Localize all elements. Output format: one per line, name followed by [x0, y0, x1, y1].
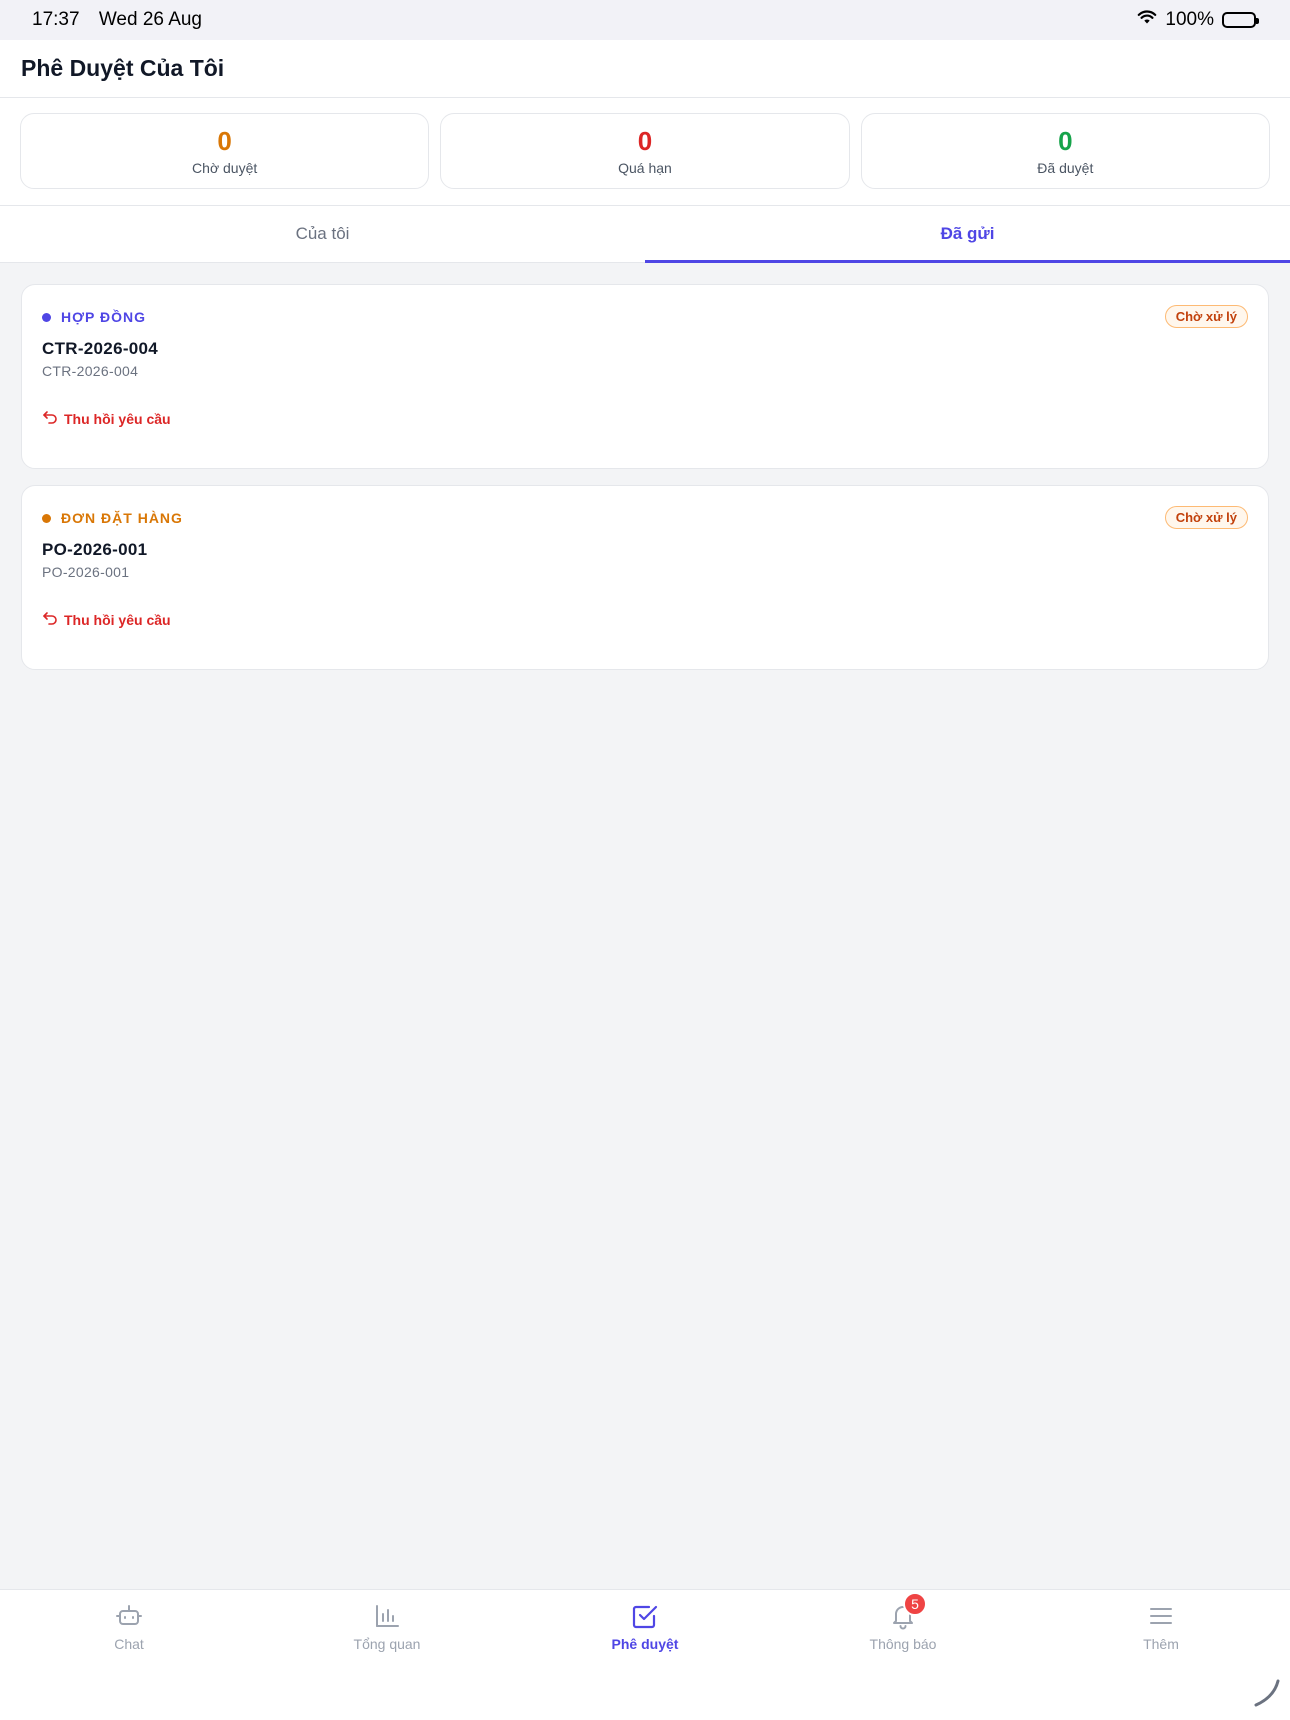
undo-icon	[42, 409, 58, 428]
status-time: 17:37	[32, 9, 80, 30]
tab-bar: Của tôi Đã gửi	[0, 206, 1290, 263]
request-type: ĐƠN ĐẶT HÀNG	[42, 510, 1248, 526]
app-screen: 17:37 Wed 26 Aug 100% Phê Duyệt Của Tôi …	[0, 0, 1290, 1720]
robot-icon	[115, 1602, 143, 1630]
nav-label: Thông báo	[869, 1636, 937, 1652]
nav-label: Thêm	[1143, 1636, 1179, 1652]
request-type-label: ĐƠN ĐẶT HÀNG	[61, 510, 183, 526]
nav-notifications[interactable]: 5 Thông báo	[774, 1590, 1032, 1720]
stat-value: 0	[1058, 126, 1073, 156]
status-right: 100%	[1137, 9, 1259, 31]
bottom-nav: Chat Tổng quan Phê duyệt 5 Thông báo Thê…	[0, 1589, 1290, 1720]
tab-sent[interactable]: Đã gửi	[645, 206, 1290, 263]
nav-chat[interactable]: Chat	[0, 1590, 258, 1720]
type-dot-icon	[42, 312, 51, 322]
request-type: HỢP ĐỒNG	[42, 309, 1248, 325]
request-subtitle: PO-2026-001	[42, 564, 130, 580]
status-left: 17:37 Wed 26 Aug	[32, 9, 216, 31]
stat-label: Chờ duyệt	[192, 160, 258, 176]
stat-label: Quá hạn	[618, 160, 672, 176]
status-bar: 17:37 Wed 26 Aug 100%	[0, 0, 1290, 40]
type-dot-icon	[42, 513, 51, 523]
stat-value: 0	[217, 126, 232, 156]
status-badge: Chờ xử lý	[1164, 506, 1248, 529]
nav-label: Phê duyệt	[611, 1636, 679, 1652]
request-type-label: HỢP ĐỒNG	[61, 309, 147, 325]
stat-label: Đã duyệt	[1037, 160, 1094, 176]
recall-request-button[interactable]: Thu hồi yêu cầu	[42, 409, 171, 428]
recall-label: Thu hồi yêu cầu	[64, 410, 171, 427]
checkbox-icon	[631, 1602, 659, 1630]
request-subtitle: CTR-2026-004	[42, 363, 139, 379]
nav-overview[interactable]: Tổng quan	[258, 1590, 516, 1720]
stat-pending[interactable]: 0 Chờ duyệt	[20, 113, 430, 189]
request-list: HỢP ĐỒNG CTR-2026-004 CTR-2026-004 Thu h…	[21, 284, 1269, 686]
recall-request-button[interactable]: Thu hồi yêu cầu	[42, 610, 171, 629]
request-card[interactable]: HỢP ĐỒNG CTR-2026-004 CTR-2026-004 Thu h…	[21, 284, 1269, 469]
nav-approvals[interactable]: Phê duyệt	[516, 1590, 774, 1720]
tab-mine[interactable]: Của tôi	[0, 206, 645, 262]
battery-percent: 100%	[1165, 9, 1214, 30]
undo-icon	[42, 610, 58, 629]
page-title: Phê Duyệt Của Tôi	[21, 55, 225, 81]
bell-icon: 5	[889, 1592, 927, 1630]
stat-approved[interactable]: 0 Đã duyệt	[860, 113, 1270, 189]
stats-row: 0 Chờ duyệt 0 Quá hạn 0 Đã duyệt	[0, 98, 1290, 206]
menu-icon	[1147, 1602, 1175, 1630]
request-card[interactable]: ĐƠN ĐẶT HÀNG PO-2026-001 PO-2026-001 Thu…	[21, 485, 1269, 670]
nav-label: Chat	[114, 1636, 144, 1652]
status-date: Wed 26 Aug	[98, 9, 203, 30]
stat-value: 0	[637, 126, 653, 156]
bar-chart-icon	[373, 1602, 401, 1630]
nav-label: Tổng quan	[353, 1636, 421, 1652]
stat-overdue[interactable]: 0 Quá hạn	[440, 113, 850, 189]
battery-icon	[1222, 12, 1259, 28]
notification-count-badge: 5	[903, 1592, 927, 1616]
wifi-icon	[1137, 9, 1157, 31]
page-header: Phê Duyệt Của Tôi	[0, 40, 1290, 98]
status-badge: Chờ xử lý	[1164, 305, 1248, 328]
recall-label: Thu hồi yêu cầu	[64, 611, 171, 628]
home-indicator-icon	[1250, 1677, 1282, 1714]
request-code: PO-2026-001	[42, 540, 148, 559]
request-code: CTR-2026-004	[42, 339, 159, 358]
